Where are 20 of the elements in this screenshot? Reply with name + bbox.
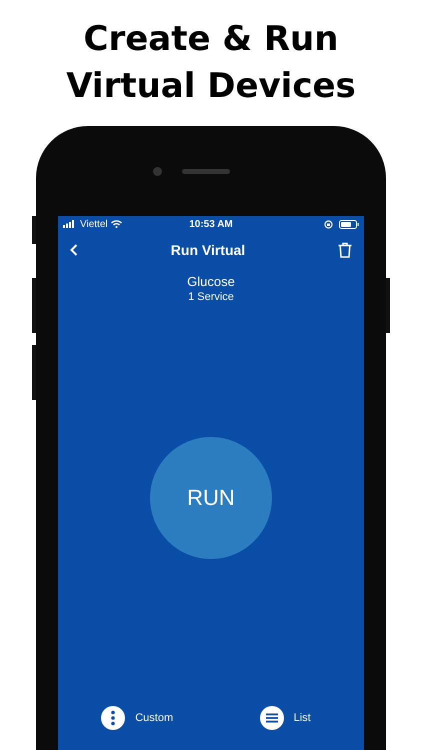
run-button[interactable]: RUN bbox=[150, 436, 272, 558]
wifi-icon bbox=[110, 220, 122, 228]
chevron-left-icon bbox=[70, 244, 78, 256]
service-count: 1 Service bbox=[188, 291, 234, 303]
headline: Create & Run bbox=[84, 18, 338, 61]
screen-title: Run Virtual bbox=[170, 242, 246, 258]
more-icon bbox=[101, 706, 126, 730]
device-name: Glucose bbox=[187, 274, 235, 289]
list-icon bbox=[260, 706, 284, 730]
camera-icon bbox=[152, 166, 162, 176]
trash-icon bbox=[338, 242, 352, 258]
headline: Virtual Devices bbox=[66, 65, 356, 108]
battery-icon bbox=[339, 220, 359, 228]
rotation-lock-icon bbox=[324, 220, 333, 228]
custom-button[interactable]: Custom bbox=[101, 706, 174, 730]
signal-icon bbox=[63, 220, 77, 228]
status-time: 10:53 AM bbox=[189, 218, 233, 230]
carrier-name: Viettel bbox=[80, 218, 108, 230]
speaker-grille bbox=[182, 168, 230, 174]
list-button[interactable]: List bbox=[260, 706, 311, 730]
